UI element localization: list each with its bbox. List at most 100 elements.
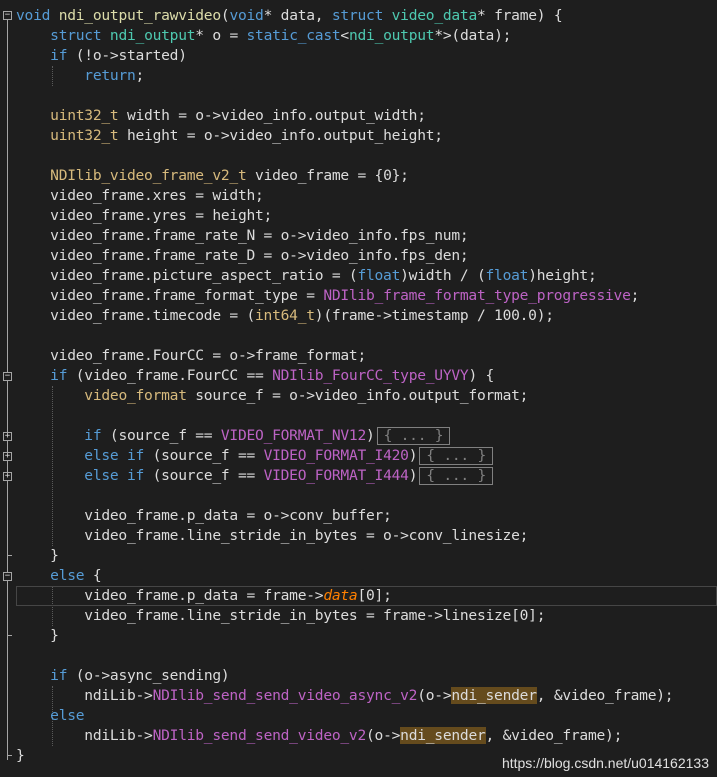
code-line: video_frame.frame_format_type = NDIlib_f…	[16, 286, 717, 306]
plus-square-icon[interactable]: +	[3, 452, 12, 461]
keyword-token: if	[50, 367, 68, 384]
code-text: (source_f ==	[144, 467, 264, 484]
code-line: video_frame.line_stride_in_bytes = o->co…	[16, 527, 529, 544]
collapsed-block-button[interactable]: { ... }	[419, 467, 494, 485]
code-line: if (!o->started)	[16, 46, 717, 66]
keyword-token: else if	[84, 467, 145, 484]
code-line: else if (source_f == VIDEO_FORMAT_I420){…	[16, 446, 717, 466]
plus-square-icon[interactable]: +	[3, 472, 12, 481]
code-line: void ndi_output_rawvideo(void* data, str…	[16, 6, 717, 26]
code-text: , &video_frame);	[536, 687, 674, 704]
code-text: height = o->video_info.output_height;	[118, 127, 443, 144]
keyword-token: float	[485, 267, 529, 284]
code-line: }	[16, 627, 59, 644]
fold-end-marker	[7, 555, 12, 556]
code-line: ndiLib->NDIlib_send_send_video_async_v2(…	[16, 686, 717, 706]
type-token: video_data	[383, 7, 478, 24]
code-line: video_frame.timecode = (int64_t)(frame->…	[16, 306, 717, 326]
code-text: )(frame->timestamp / 100.0);	[314, 307, 554, 324]
code-text: ndiLib->	[16, 727, 153, 744]
type-token: ndi_output	[348, 27, 435, 44]
code-text: <	[340, 27, 349, 44]
minus-square-icon[interactable]: −	[3, 11, 12, 20]
code-line: video_frame.yres = height;	[16, 207, 273, 224]
code-text: (source_f ==	[101, 427, 221, 444]
code-line: uint32_t height = o->video_info.output_h…	[16, 126, 717, 146]
code-text: * data,	[263, 7, 332, 24]
code-area[interactable]: void ndi_output_rawvideo(void* data, str…	[16, 6, 717, 766]
code-line: return;	[16, 66, 717, 86]
code-text: )	[408, 447, 418, 464]
current-line[interactable]: video_frame.p_data = frame->data[0];	[16, 586, 717, 606]
code-line: }	[16, 547, 59, 564]
code-text: (video_frame.FourCC ==	[67, 367, 273, 384]
fold-end-marker	[7, 635, 12, 636]
keyword-token: float	[357, 267, 401, 284]
fold-glyph: −	[4, 10, 11, 20]
keyword-token: if	[84, 427, 102, 444]
code-line: video_frame.FourCC = o->frame_format;	[16, 347, 366, 364]
minus-square-icon[interactable]: −	[3, 572, 12, 581]
minus-square-icon[interactable]: −	[3, 372, 12, 381]
code-text: , &video_frame);	[485, 727, 623, 744]
keyword-token: void	[229, 7, 264, 24]
keyword-token: struct	[50, 27, 102, 44]
code-line: struct ndi_output* o = static_cast<ndi_o…	[16, 26, 717, 46]
code-text: [0];	[357, 587, 392, 604]
keyword-token: return	[84, 67, 136, 84]
keyword-token: if	[50, 667, 68, 684]
code-editor[interactable]: − − + + + − void ndi_output_rawvideo(voi…	[0, 0, 717, 777]
code-line: if (video_frame.FourCC == NDIlib_FourCC_…	[16, 366, 717, 386]
code-text: (o->async_sending)	[67, 667, 230, 684]
code-text: * frame) {	[477, 7, 563, 24]
typedef-token: int64_t	[255, 307, 315, 324]
keyword-token: if	[50, 47, 68, 64]
typedef-token: NDIlib_video_frame_v2_t	[50, 167, 247, 184]
code-line: if (source_f == VIDEO_FORMAT_NV12){ ... …	[16, 426, 717, 446]
code-text: ) {	[468, 367, 495, 384]
type-token: ndi_output	[109, 27, 196, 44]
macro-token: VIDEO_FORMAT_NV12	[220, 427, 367, 444]
code-text: )	[366, 427, 375, 444]
code-text: video_frame = {0};	[246, 167, 409, 184]
keyword-token: else	[50, 707, 85, 724]
code-line: video_frame.line_stride_in_bytes = frame…	[16, 607, 546, 624]
code-line: video_frame.frame_rate_N = o->video_info…	[16, 227, 469, 244]
code-line: else if (source_f == VIDEO_FORMAT_I444){…	[16, 466, 717, 486]
plus-square-icon[interactable]: +	[3, 432, 12, 441]
watermark: https://blog.csdn.net/u014162133	[501, 755, 709, 771]
code-line: video_frame.frame_rate_D = o->video_info…	[16, 247, 469, 264]
member-token: data	[323, 587, 358, 604]
collapsed-block-button[interactable]: { ... }	[419, 447, 494, 465]
highlighted-reference: ndi_sender	[451, 687, 537, 704]
code-line: video_frame.picture_aspect_ratio = (floa…	[16, 266, 717, 286]
code-line: if (o->async_sending)	[16, 666, 717, 686]
collapsed-block-button[interactable]: { ... }	[376, 427, 451, 445]
fold-end-marker	[7, 755, 12, 756]
keyword-token: static_cast	[246, 27, 341, 44]
code-text: (o->	[417, 687, 452, 704]
code-text: )	[408, 467, 418, 484]
macro-token: VIDEO_FORMAT_I420	[263, 447, 409, 464]
code-text: {	[84, 567, 102, 584]
enum-token: NDIlib_frame_format_type_progressive	[323, 287, 631, 304]
typedef-token: uint32_t	[50, 127, 119, 144]
function-token: ndi_output_rawvideo	[50, 7, 221, 24]
code-line: video_frame.p_data = o->conv_buffer;	[16, 507, 392, 524]
